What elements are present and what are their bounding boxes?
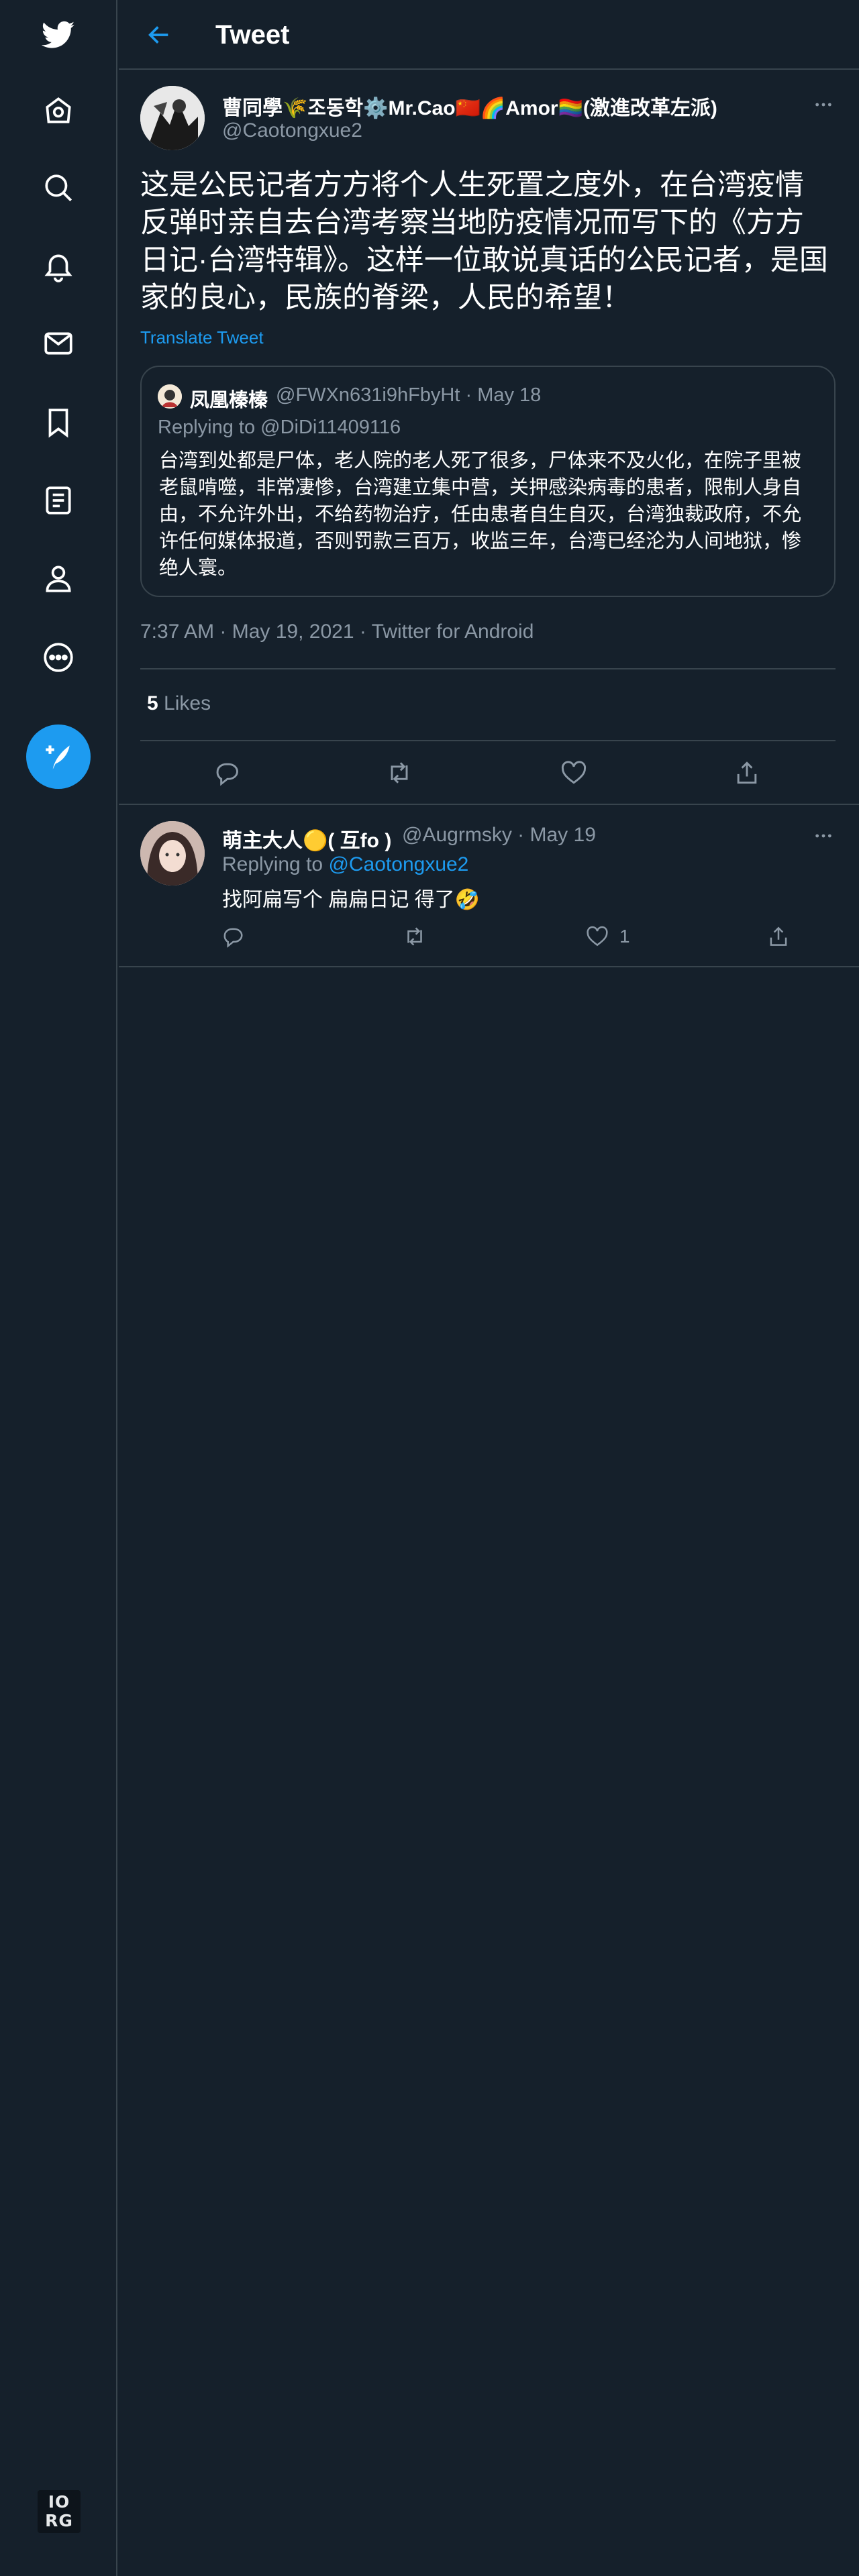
divider xyxy=(140,668,836,669)
retweet-icon xyxy=(407,927,422,946)
quoted-author-handle: @FWXn631i9hFbyHt xyxy=(276,384,460,406)
share-icon xyxy=(737,761,757,784)
reply-replying-label: Replying to xyxy=(222,853,323,875)
reply-author-name[interactable]: 萌主大人🟡( 互fo ) xyxy=(222,824,391,853)
like-button[interactable] xyxy=(559,758,589,788)
quoted-replying-to: @DiDi11409116 xyxy=(260,417,401,438)
sidebar-nav: IO RG xyxy=(0,0,117,2576)
compose-tweet-button[interactable] xyxy=(26,724,91,789)
profile-icon[interactable] xyxy=(32,551,85,605)
quoted-tweet[interactable]: 凤凰榛榛 @FWXn631i9hFbyHt · May 18 Replying … xyxy=(140,366,836,597)
quoted-author-avatar xyxy=(158,384,182,409)
tweet-more-button[interactable] xyxy=(809,90,838,119)
reply-retweet-button[interactable] xyxy=(402,924,427,949)
quoted-author-name: 凤凰榛榛 xyxy=(190,390,268,411)
reply-more-button[interactable] xyxy=(809,821,838,851)
share-button[interactable] xyxy=(732,758,762,788)
ellipsis-icon xyxy=(815,103,831,107)
quoted-date: · May 18 xyxy=(465,384,542,406)
author-avatar[interactable] xyxy=(140,86,205,150)
page-title: Tweet xyxy=(215,20,290,50)
reply-author-avatar[interactable] xyxy=(140,821,205,885)
likes-label: Likes xyxy=(164,692,211,714)
author-name[interactable]: 曹同學🌾조동학⚙️Mr.Cao🇨🇳🌈Amor🏳️‍🌈(激進改革左派) xyxy=(222,91,717,121)
reply-reply-button[interactable] xyxy=(219,924,245,949)
twitter-logo-icon[interactable] xyxy=(32,8,85,62)
notifications-icon[interactable] xyxy=(32,239,85,292)
translate-tweet-link[interactable]: Translate Tweet xyxy=(140,327,264,348)
retweet-icon xyxy=(391,762,408,784)
retweet-button[interactable] xyxy=(385,758,414,788)
back-arrow-icon xyxy=(148,26,168,44)
reply-like-count: 1 xyxy=(619,926,630,947)
reply-text: 找阿扁写个 扁扁日记 得了🤣 xyxy=(222,889,481,911)
reply-button[interactable] xyxy=(211,758,241,788)
reply-date[interactable]: · May 19 xyxy=(517,824,596,846)
iorg-logo: IO RG xyxy=(38,2490,81,2533)
back-button[interactable] xyxy=(143,19,175,51)
likes-count: 5 xyxy=(147,692,158,714)
reply-replying-to-link[interactable]: @Caotongxue2 xyxy=(328,853,468,875)
heart-icon xyxy=(561,761,587,784)
main-column: Tweet 曹同學🌾조동학⚙️Mr.Cao🇨🇳🌈Amor🏳️‍🌈(激進改革左派)… xyxy=(119,0,859,2576)
reply-icon xyxy=(223,928,243,948)
badge-line-1: IO xyxy=(48,2492,70,2512)
explore-icon[interactable] xyxy=(32,161,85,215)
heart-icon xyxy=(587,926,608,947)
quoted-tweet-text: 台湾到处都是尸体，老人院的老人死了很多，尸体来不及火化，在院子里被老鼠啃噬，非常… xyxy=(159,450,802,579)
tweet-text: 这是公民记者方方将个人生死置之度外，在台湾疫情反弹时亲自去台湾考察当地防疫情况而… xyxy=(140,169,828,314)
bookmarks-icon[interactable] xyxy=(32,396,85,449)
author-handle[interactable]: @Caotongxue2 xyxy=(222,119,362,142)
ellipsis-icon xyxy=(815,834,831,838)
more-icon[interactable] xyxy=(32,631,85,684)
reply-like-button[interactable]: 1 xyxy=(585,924,630,949)
reply-share-button[interactable] xyxy=(766,924,791,949)
tweet-timestamp[interactable]: 7:37 AM · May 19, 2021 · Twitter for And… xyxy=(140,621,534,643)
home-icon[interactable] xyxy=(32,84,85,138)
quoted-replying-label: Replying to xyxy=(158,417,256,438)
divider xyxy=(119,966,859,967)
badge-line-2: RG xyxy=(45,2511,73,2530)
page-header: Tweet xyxy=(119,0,859,70)
reply-icon xyxy=(216,763,238,786)
messages-icon[interactable] xyxy=(32,317,85,370)
feather-plus-icon xyxy=(46,745,70,769)
divider xyxy=(140,740,836,741)
share-icon xyxy=(770,926,787,946)
lists-icon[interactable] xyxy=(32,474,85,527)
divider xyxy=(119,804,859,805)
likes-summary[interactable]: 5 Likes xyxy=(147,692,211,715)
reply-author-handle[interactable]: @Augrmsky xyxy=(402,824,512,846)
